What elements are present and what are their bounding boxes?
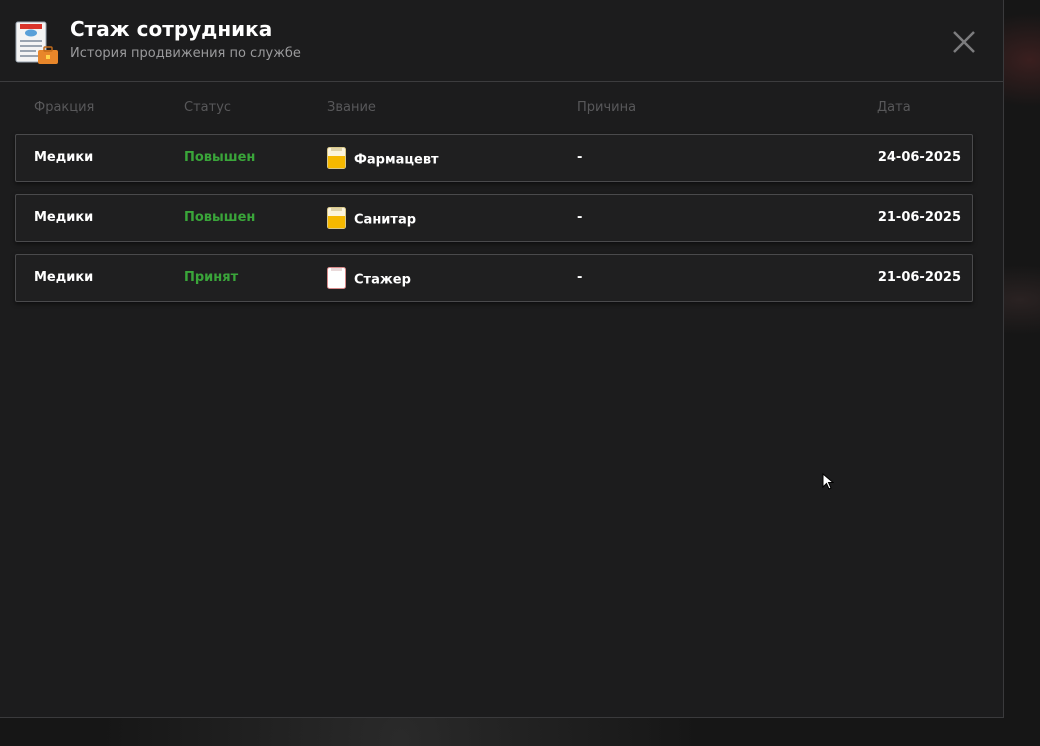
faction-cell: Медики [34, 270, 94, 285]
rank-cell: Фармацевт [327, 147, 439, 171]
reason-cell: - [577, 210, 583, 225]
rank-badge-white-icon [327, 267, 346, 289]
column-header-faction: Фракция [34, 100, 95, 115]
faction-cell: Медики [34, 210, 94, 225]
rank-label: Стажер [354, 272, 411, 288]
service-history-window: Стаж сотрудника История продвижения по с… [0, 0, 1004, 718]
rank-badge-yellow-icon [327, 147, 346, 169]
status-cell: Повышен [184, 210, 256, 225]
window-header: Стаж сотрудника История продвижения по с… [0, 0, 1003, 82]
rank-cell: Санитар [327, 207, 417, 231]
status-cell: Принят [184, 270, 239, 285]
reason-cell: - [577, 270, 583, 285]
date-cell: 21-06-2025 [877, 270, 961, 285]
column-header-rank: Звание [327, 100, 376, 115]
rank-badge-yellow-icon [327, 207, 346, 229]
window-subtitle: История продвижения по службе [70, 46, 301, 61]
mouse-cursor-icon [822, 473, 834, 490]
reason-cell: - [577, 150, 583, 165]
date-cell: 24-06-2025 [877, 150, 961, 165]
rank-label: Санитар [354, 212, 417, 228]
status-cell: Повышен [184, 150, 256, 165]
table-row[interactable]: Медики Повышен Фармацевт - 24-06-2025 [15, 134, 973, 182]
rank-cell: Стажер [327, 267, 411, 291]
column-header-status: Статус [184, 100, 232, 115]
close-icon[interactable] [948, 26, 980, 58]
faction-cell: Медики [34, 150, 94, 165]
table-row[interactable]: Медики Повышен Санитар - 21-06-2025 [15, 194, 973, 242]
column-header-date: Дата [877, 100, 911, 115]
table-row[interactable]: Медики Принят Стажер - 21-06-2025 [15, 254, 973, 302]
document-briefcase-icon [15, 21, 58, 64]
date-cell: 21-06-2025 [877, 210, 961, 225]
column-header-reason: Причина [577, 100, 637, 115]
window-title: Стаж сотрудника [70, 17, 273, 41]
rank-label: Фармацевт [354, 152, 439, 168]
